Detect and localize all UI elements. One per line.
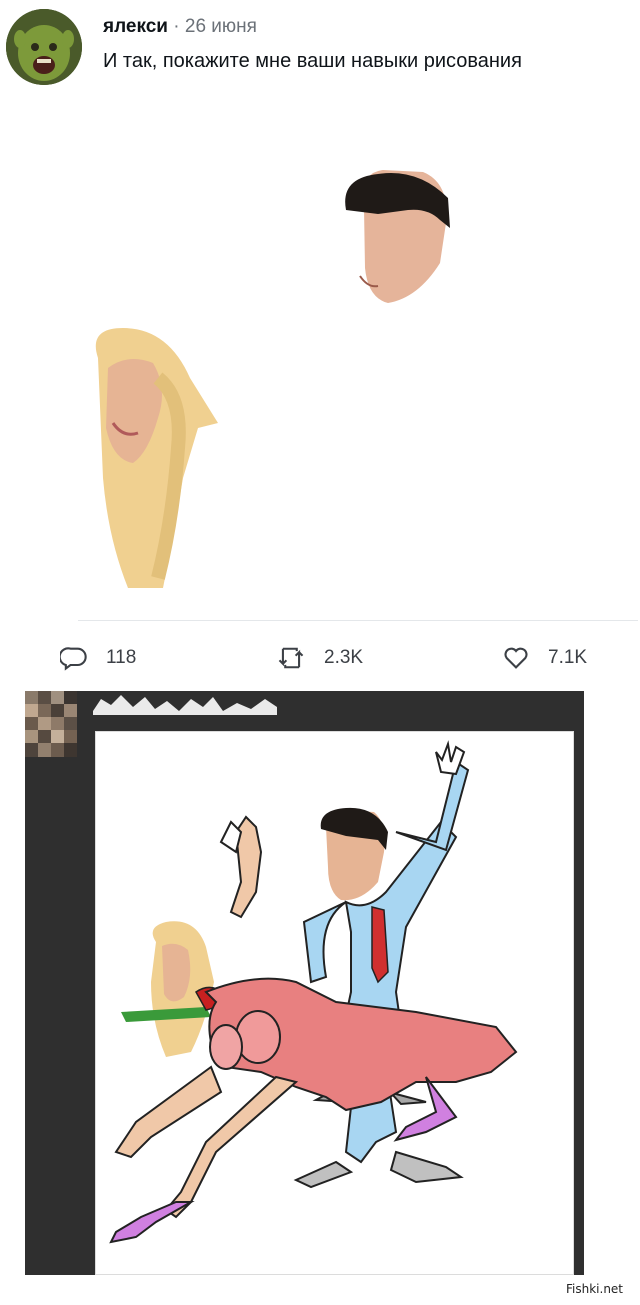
drawing-reply-screenshot <box>25 691 584 1275</box>
like-count: 7.1K <box>548 647 588 668</box>
retweet-count: 2.3K <box>324 647 364 668</box>
male-head-image <box>345 170 450 303</box>
user-avatar[interactable] <box>6 9 82 85</box>
like-button[interactable]: 7.1K <box>502 644 587 672</box>
dancers-drawing <box>109 740 518 1244</box>
tweet-text: И так, покажите мне ваши навыки рисовани… <box>103 50 522 72</box>
watermark-text: Fishki.net <box>566 1282 624 1296</box>
female-head-image <box>95 328 218 588</box>
tweet-header: ялекси · 26 июня <box>103 16 257 38</box>
tweet-date[interactable]: 26 июня <box>185 16 257 37</box>
reply-icon <box>60 647 87 671</box>
reply-count: 118 <box>106 647 137 668</box>
author-name[interactable]: ялекси <box>103 16 168 37</box>
drawing-canvas[interactable] <box>95 731 574 1275</box>
retweet-icon <box>278 647 304 669</box>
shrek-avatar-icon <box>6 9 82 85</box>
divider <box>78 620 638 621</box>
retweet-button[interactable]: 2.3K <box>276 644 363 672</box>
separator-dot: · <box>173 16 180 37</box>
pixelated-avatar <box>25 691 77 757</box>
pixelated-avatar-icon <box>25 691 77 757</box>
two-heads-image <box>95 170 450 588</box>
heart-icon <box>504 647 528 669</box>
pixelated-username <box>91 691 281 717</box>
reply-button[interactable]: 118 <box>60 644 136 672</box>
tweet-media[interactable] <box>78 98 638 620</box>
tweet-card: ялекси · 26 июня И так, покажите мне ваш… <box>0 0 640 690</box>
